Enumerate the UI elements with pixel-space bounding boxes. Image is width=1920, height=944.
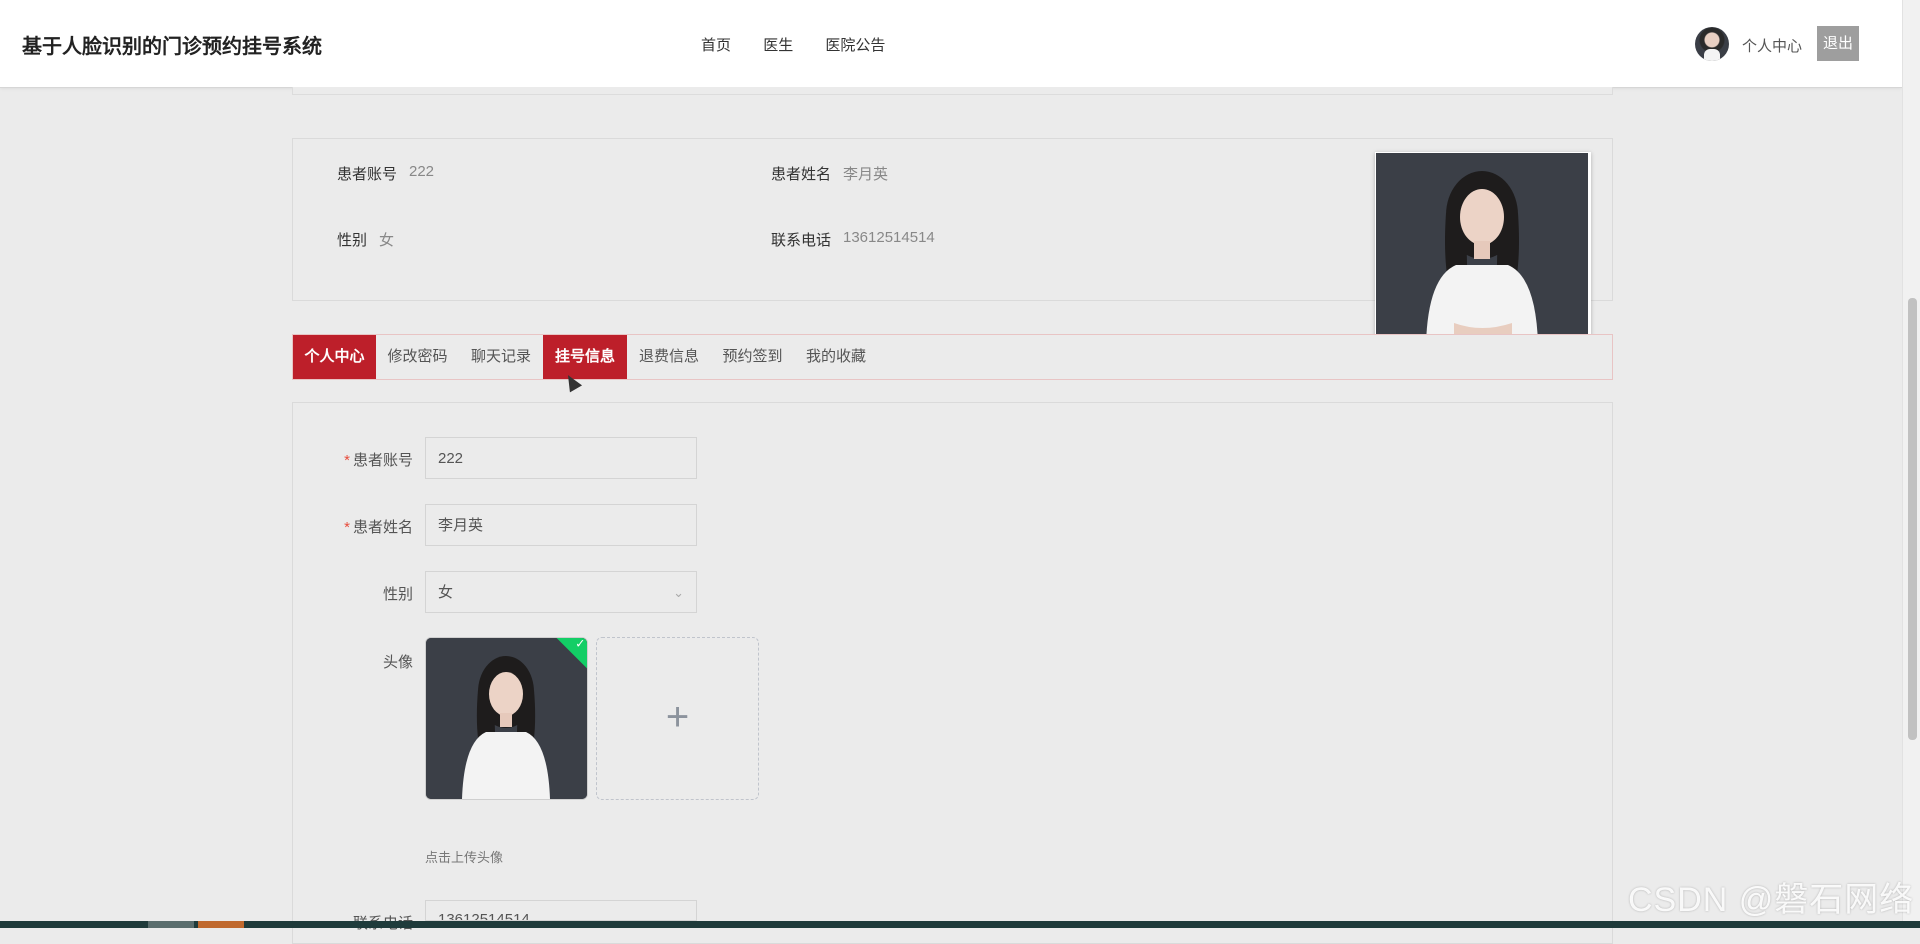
tab-refund-info[interactable]: 退费信息	[627, 335, 711, 379]
avatar-thumbnail-image	[426, 638, 587, 799]
phone-label: 联系电话	[771, 232, 832, 249]
profile-photo	[1375, 152, 1591, 347]
main-nav: 首页 医生 医院公告	[701, 34, 913, 55]
name-value: 李月英	[843, 166, 889, 183]
form-account-label: * 患者账号	[344, 452, 413, 469]
profile-photo-image	[1376, 153, 1588, 344]
name-field[interactable]: 李月英	[425, 504, 697, 546]
page-scrollbar[interactable]	[1902, 0, 1920, 928]
watermark: CSDN @磐石网络	[1628, 881, 1915, 919]
form-gender-label: 性别	[382, 586, 413, 603]
account-field[interactable]: 222	[425, 437, 697, 479]
tab-favorites[interactable]: 我的收藏	[794, 335, 878, 379]
user-avatar[interactable]	[1695, 27, 1729, 61]
top-header: 基于人脸识别的门诊预约挂号系统 首页 医生 医院公告 个人中心 退出	[0, 0, 1902, 88]
avatar-thumbnail[interactable]: ✓	[425, 637, 588, 800]
tab-user-center[interactable]: 个人中心	[293, 335, 376, 379]
phone-field[interactable]: 13612514514	[425, 900, 697, 921]
account-value: 222	[409, 163, 435, 180]
phone-value: 13612514514	[843, 229, 935, 246]
check-icon: ✓	[575, 637, 586, 651]
tab-appointment-checkin[interactable]: 预约签到	[711, 335, 794, 379]
chevron-down-icon: ⌄	[673, 585, 684, 600]
nav-home[interactable]: 首页	[701, 37, 731, 54]
site-title: 基于人脸识别的门诊预约挂号系统	[22, 36, 322, 58]
taskbar-app[interactable]	[148, 921, 194, 928]
tab-bar: 个人中心 修改密码 聊天记录 挂号信息 退费信息 预约签到 我的收藏	[292, 334, 1613, 380]
gender-select[interactable]: 女 ⌄	[425, 571, 697, 613]
upload-hint: 点击上传头像	[425, 850, 504, 865]
account-label: 患者账号	[337, 166, 398, 183]
form-name-label: * 患者姓名	[344, 519, 413, 536]
form-avatar-label: 头像	[382, 654, 413, 671]
avatar-upload-button[interactable]: +	[596, 637, 759, 800]
user-center-link[interactable]: 个人中心	[1742, 35, 1802, 56]
scrollbar-thumb[interactable]	[1908, 298, 1917, 740]
gender-label: 性别	[337, 232, 368, 249]
logout-button[interactable]: 退出	[1817, 26, 1859, 61]
name-label: 患者姓名	[771, 166, 832, 183]
gender-selected-value: 女	[438, 584, 454, 601]
taskbar	[0, 921, 1920, 928]
tab-chat-history[interactable]: 聊天记录	[459, 335, 543, 379]
gender-value: 女	[379, 232, 395, 249]
nav-announcements[interactable]: 医院公告	[825, 37, 885, 54]
divider	[292, 87, 1613, 95]
tab-change-password[interactable]: 修改密码	[376, 335, 459, 379]
taskbar-app[interactable]	[198, 921, 244, 928]
tab-registration-info[interactable]: 挂号信息	[543, 335, 627, 379]
nav-doctors[interactable]: 医生	[763, 37, 793, 54]
